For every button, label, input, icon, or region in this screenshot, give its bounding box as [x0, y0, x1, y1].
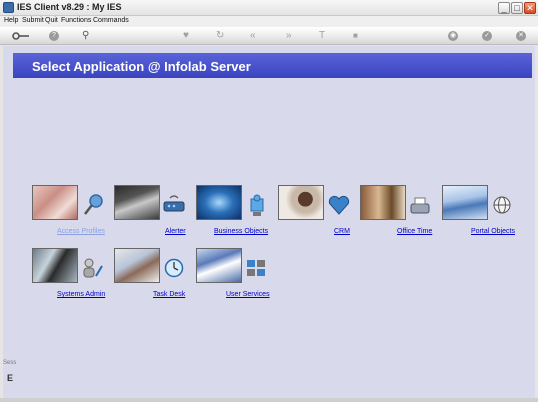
- business-objects-photo: [196, 185, 242, 220]
- app-alerter[interactable]: Alerter: [114, 185, 186, 240]
- heart-icon: [328, 195, 350, 215]
- window-bottom-edge: [0, 398, 538, 402]
- key-toolbar-icon[interactable]: [12, 32, 30, 40]
- app-office-time[interactable]: Office Time: [360, 185, 432, 240]
- minimize-button[interactable]: _: [498, 2, 510, 14]
- puzzle-icon: [250, 194, 264, 216]
- alerter-photo: [114, 185, 160, 220]
- portal-objects-photo: [442, 185, 488, 220]
- user-services-photo: [196, 248, 242, 283]
- app-systems-admin[interactable]: Systems Admin: [32, 248, 105, 303]
- router-icon: [163, 195, 185, 212]
- forward-icon[interactable]: »: [286, 30, 292, 42]
- office-time-label[interactable]: Office Time: [397, 228, 432, 235]
- access-profiles-label[interactable]: Access Profiles: [57, 228, 105, 235]
- clock-icon: [164, 258, 184, 278]
- menu-functions[interactable]: Functions: [61, 17, 91, 24]
- back-icon[interactable]: «: [250, 30, 256, 42]
- exit-icon[interactable]: ✕: [516, 31, 526, 41]
- typewriter-icon: [410, 197, 430, 214]
- systems-admin-photo: [32, 248, 78, 283]
- toolbar: ? ⚲ ♥ ↻ « » T ■ ◉ ✓ ✕: [0, 27, 538, 45]
- globe-icon: [493, 196, 511, 214]
- task-desk-label[interactable]: Task Desk: [153, 291, 185, 298]
- menu-help[interactable]: Help: [4, 17, 18, 24]
- text-icon[interactable]: T: [319, 30, 325, 42]
- portal-objects-label[interactable]: Portal Objects: [471, 228, 515, 235]
- crm-photo: [278, 185, 324, 220]
- alerter-label[interactable]: Alerter: [165, 228, 186, 235]
- menu-bar: Help Submit Quit Functions Commands: [0, 16, 538, 27]
- globe-toolbar-icon[interactable]: ◉: [448, 31, 458, 41]
- app-business-objects[interactable]: Business Objects: [196, 185, 268, 240]
- office-time-photo: [360, 185, 406, 220]
- menu-commands[interactable]: Commands: [93, 17, 129, 24]
- app-user-services[interactable]: User Services: [196, 248, 270, 303]
- user-services-label[interactable]: User Services: [226, 291, 270, 298]
- side-e-marker: E: [7, 373, 14, 383]
- key-icon: [84, 194, 103, 215]
- heart-toolbar-icon[interactable]: ♥: [183, 30, 189, 42]
- banner: Select Application @ Infolab Server: [13, 53, 532, 78]
- user-services-icon: [247, 260, 265, 276]
- access-profiles-photo: [32, 185, 78, 220]
- app-task-desk[interactable]: Task Desk: [114, 248, 186, 303]
- admin-user-icon: [83, 258, 103, 278]
- refresh-icon[interactable]: ↻: [216, 30, 224, 42]
- stop-icon[interactable]: ■: [353, 30, 358, 42]
- ok-icon[interactable]: ✓: [482, 31, 492, 41]
- app-icon: [3, 2, 14, 13]
- help-icon[interactable]: ?: [49, 31, 59, 41]
- task-desk-photo: [114, 248, 160, 283]
- menu-quit[interactable]: Quit: [45, 17, 58, 24]
- maximize-button[interactable]: □: [511, 2, 523, 14]
- title-bar: IES Client v8.29 : My IES _ □ ✕: [0, 0, 538, 16]
- menu-submit[interactable]: Submit: [22, 17, 44, 24]
- search-icon[interactable]: ⚲: [82, 30, 89, 42]
- close-button[interactable]: ✕: [524, 2, 536, 14]
- app-crm[interactable]: CRM: [278, 185, 350, 240]
- app-access-profiles[interactable]: Access Profiles: [32, 185, 105, 240]
- crm-label[interactable]: CRM: [334, 228, 350, 235]
- systems-admin-label[interactable]: Systems Admin: [57, 291, 105, 298]
- side-session-text: Sess: [3, 360, 17, 366]
- banner-title: Select Application @ Infolab Server: [32, 59, 251, 74]
- business-objects-label[interactable]: Business Objects: [214, 228, 268, 235]
- window-title: IES Client v8.29 : My IES: [17, 2, 122, 12]
- app-portal-objects[interactable]: Portal Objects: [442, 185, 515, 240]
